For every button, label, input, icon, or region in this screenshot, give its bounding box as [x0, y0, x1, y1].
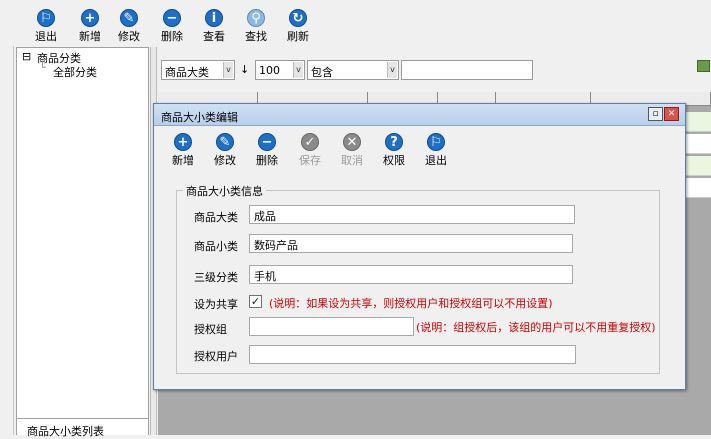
shared-note: (说明：如果设为共享，则授权用户和授权组可以不用设置): [269, 297, 553, 310]
refresh-button[interactable]: ↻ 刷新: [280, 9, 316, 44]
help-icon: ?: [385, 133, 403, 151]
view-label: 查看: [203, 30, 225, 43]
dialog-permission-label: 权限: [383, 154, 405, 167]
dialog-delete-label: 删除: [256, 154, 278, 167]
auth-user-label: 授权用户: [194, 350, 238, 363]
delete-icon: −: [163, 9, 181, 27]
subcategory-field[interactable]: 数码产品: [249, 234, 573, 253]
row-count-value: 100: [259, 64, 280, 77]
edit-button[interactable]: ✎ 修改: [111, 9, 147, 44]
add-button[interactable]: + 新增: [72, 9, 108, 44]
chevron-down-icon: v: [223, 62, 233, 78]
main-toolbar: ⚐ 退出 + 新增 ✎ 修改 − 删除 i 查看 ⚲ 查找 ↻ 刷新: [0, 0, 711, 46]
category-info-group: 商品大小类信息 商品大类 成品 商品小类 数码产品 三级分类 手机 设为共享 ✓…: [176, 183, 660, 374]
delete-button[interactable]: − 删除: [154, 9, 190, 44]
group-title: 商品大小类信息: [183, 183, 266, 199]
shared-checkbox[interactable]: ✓: [249, 295, 262, 308]
edit-label: 修改: [118, 30, 140, 43]
exit-icon: ⚐: [427, 133, 445, 151]
category-label: 商品大类: [194, 211, 238, 224]
add-icon: +: [174, 133, 192, 151]
auth-user-field[interactable]: [249, 345, 576, 364]
delete-label: 删除: [161, 30, 183, 43]
exit-label: 退出: [35, 30, 57, 43]
filter-value-input[interactable]: [401, 60, 533, 80]
level3-field[interactable]: 手机: [249, 265, 573, 284]
exit-icon: ⚐: [37, 9, 55, 27]
add-label: 新增: [79, 30, 101, 43]
category-tree: ⊟ 商品分类 └ 全部分类: [16, 47, 149, 435]
delete-icon: −: [258, 133, 276, 151]
view-button[interactable]: i 查看: [196, 9, 232, 44]
chevron-down-icon: v: [387, 62, 397, 78]
dialog-delete-button[interactable]: − 删除: [249, 133, 285, 168]
search-button[interactable]: ⚲ 查找: [238, 9, 274, 44]
info-icon: i: [205, 9, 223, 27]
cancel-icon: ✕: [343, 133, 361, 151]
refresh-label: 刷新: [287, 30, 309, 43]
dialog-title-bar[interactable]: 商品大小类编辑 ▫ ✕: [154, 104, 685, 126]
dialog-exit-label: 退出: [425, 154, 447, 167]
edit-icon: ✎: [216, 133, 234, 151]
tree-toggle-icon[interactable]: ⊟: [22, 50, 31, 63]
dialog-add-label: 新增: [172, 154, 194, 167]
category-field[interactable]: 成品: [249, 205, 575, 224]
dialog-cancel-button[interactable]: ✕ 取消: [334, 133, 370, 168]
auth-group-note: (说明：组授权后，该组的用户可以不用重复授权): [416, 321, 656, 334]
shared-label: 设为共享: [194, 298, 238, 311]
close-icon[interactable]: ✕: [664, 107, 679, 121]
search-label: 查找: [245, 30, 267, 43]
level3-label: 三级分类: [194, 271, 238, 284]
operator-value: 包含: [311, 66, 333, 79]
category-edit-dialog: 商品大小类编辑 ▫ ✕ + 新增 ✎ 修改 − 删除 ✓ 保存 ✕ 取消 ? 权…: [153, 103, 686, 390]
dialog-save-button[interactable]: ✓ 保存: [292, 133, 328, 168]
row-count-select[interactable]: 100 v: [255, 60, 305, 80]
restore-icon[interactable]: ▫: [648, 107, 663, 121]
auth-group-label: 授权组: [194, 323, 227, 336]
tree-connector: └: [39, 61, 46, 74]
dialog-toolbar: + 新增 ✎ 修改 − 删除 ✓ 保存 ✕ 取消 ? 权限 ⚐ 退出: [154, 127, 685, 171]
dialog-exit-button[interactable]: ⚐ 退出: [418, 133, 454, 168]
search-icon: ⚲: [247, 9, 265, 27]
refresh-icon: ↻: [289, 9, 307, 27]
tree-node-all[interactable]: 全部分类: [53, 64, 97, 80]
dialog-cancel-label: 取消: [341, 154, 363, 167]
exit-button[interactable]: ⚐ 退出: [28, 9, 64, 44]
dialog-permission-button[interactable]: ? 权限: [376, 133, 412, 168]
left-edge-strip: ^: [0, 0, 14, 435]
chevron-down-icon: v: [293, 62, 303, 78]
dialog-edit-label: 修改: [214, 154, 236, 167]
operator-select[interactable]: 包含 v: [307, 60, 399, 80]
dialog-add-button[interactable]: + 新增: [165, 133, 201, 168]
save-icon: ✓: [301, 133, 319, 151]
subcategory-label: 商品小类: [194, 240, 238, 253]
category-list-tab[interactable]: 商品大小类列表: [17, 418, 148, 438]
filter-field-value: 商品大类: [165, 66, 209, 79]
filter-bar: 商品大类 v ↓ 100 v 包含 v: [158, 47, 711, 92]
dialog-title: 商品大小类编辑: [161, 111, 238, 124]
add-icon: +: [81, 9, 99, 27]
edit-icon: ✎: [120, 9, 138, 27]
filter-field-select[interactable]: 商品大类 v: [161, 60, 235, 80]
dialog-save-label: 保存: [299, 154, 321, 167]
sort-arrow-icon[interactable]: ↓: [240, 63, 249, 76]
dialog-edit-button[interactable]: ✎ 修改: [207, 133, 243, 168]
auth-group-field[interactable]: [249, 317, 414, 336]
export-icon[interactable]: [697, 60, 710, 72]
